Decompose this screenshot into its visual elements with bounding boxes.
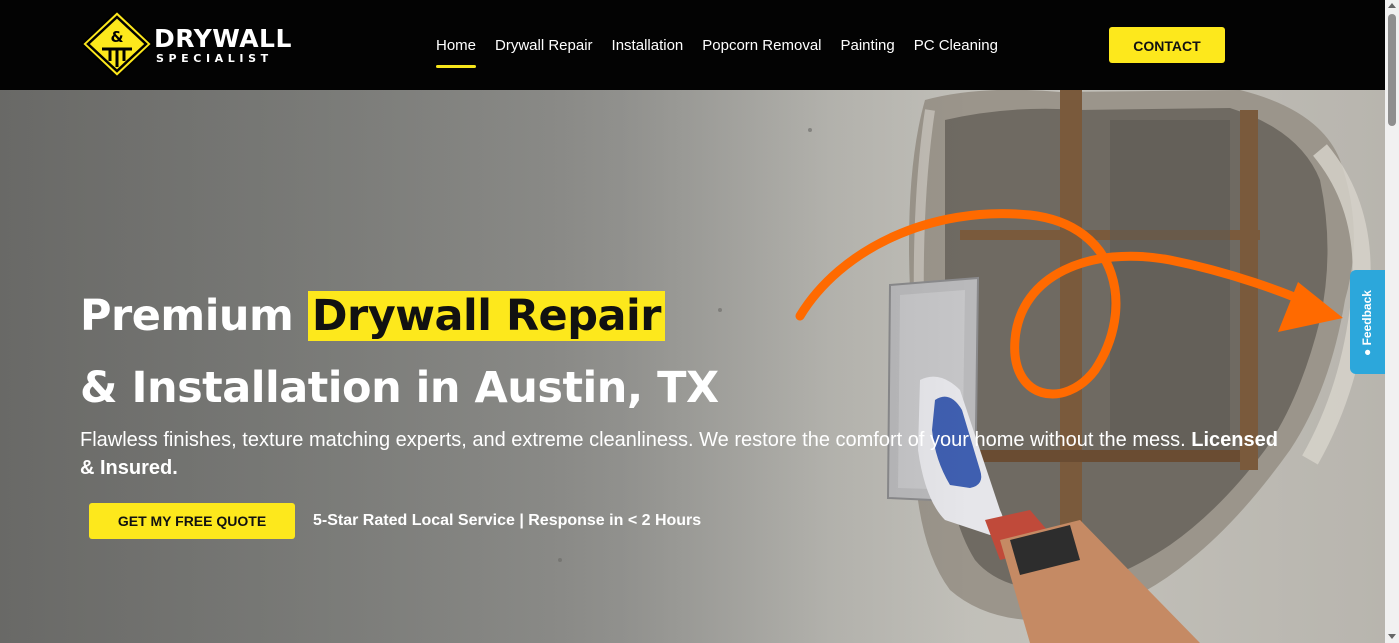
nav-link-pc-cleaning[interactable]: PC Cleaning	[914, 28, 998, 66]
feedback-label: ● Feedback	[1358, 290, 1376, 356]
scroll-up-arrow-icon[interactable]	[1388, 3, 1396, 8]
nav-link-home[interactable]: Home	[436, 28, 477, 68]
scroll-down-arrow-icon[interactable]	[1388, 634, 1396, 639]
feedback-tab[interactable]: ● Feedback	[1350, 270, 1385, 374]
headline-text-line2: & Installation in Austin, TX	[80, 363, 719, 413]
scrollbar-thumb[interactable]	[1388, 14, 1396, 126]
hero-subtext: Flawless finishes, texture matching expe…	[80, 426, 1280, 482]
contact-button[interactable]: CONTACT	[1109, 27, 1225, 63]
main-menu: Home Drywall Repair Installation Popcorn…	[436, 28, 1017, 68]
logo[interactable]: & DRYWALL SPECIALIST	[80, 9, 300, 79]
hero-subtext-body: Flawless finishes, texture matching expe…	[80, 429, 1192, 451]
vertical-scrollbar[interactable]	[1385, 0, 1399, 643]
hero-section: Premium Drywall Repair & Installation in…	[0, 90, 1385, 643]
get-free-quote-button[interactable]: GET MY FREE QUOTE	[89, 503, 295, 539]
speech-bubble-icon: ●	[1360, 345, 1374, 356]
logo-diamond-icon: &	[80, 9, 154, 79]
headline-highlight: Drywall Repair	[307, 291, 665, 341]
logo-wordmark-line2: SPECIALIST	[156, 52, 273, 65]
page: & DRYWALL SPECIALIST Home Drywall Repair…	[0, 0, 1385, 643]
hero-headline: Premium Drywall Repair & Installation in…	[80, 280, 719, 424]
headline-text-part1: Premium	[80, 291, 308, 341]
feedback-label-text: Feedback	[1360, 290, 1374, 346]
nav-link-installation[interactable]: Installation	[612, 28, 684, 66]
nav-link-popcorn-removal[interactable]: Popcorn Removal	[702, 28, 821, 66]
logo-wordmark-line1: DRYWALL	[154, 24, 292, 53]
nav-link-painting[interactable]: Painting	[841, 28, 895, 66]
rating-text: 5-Star Rated Local Service | Response in…	[313, 512, 702, 529]
site-header: & DRYWALL SPECIALIST Home Drywall Repair…	[0, 0, 1385, 90]
nav-link-drywall-repair[interactable]: Drywall Repair	[495, 28, 593, 66]
logo-mark-text: &	[110, 28, 123, 46]
